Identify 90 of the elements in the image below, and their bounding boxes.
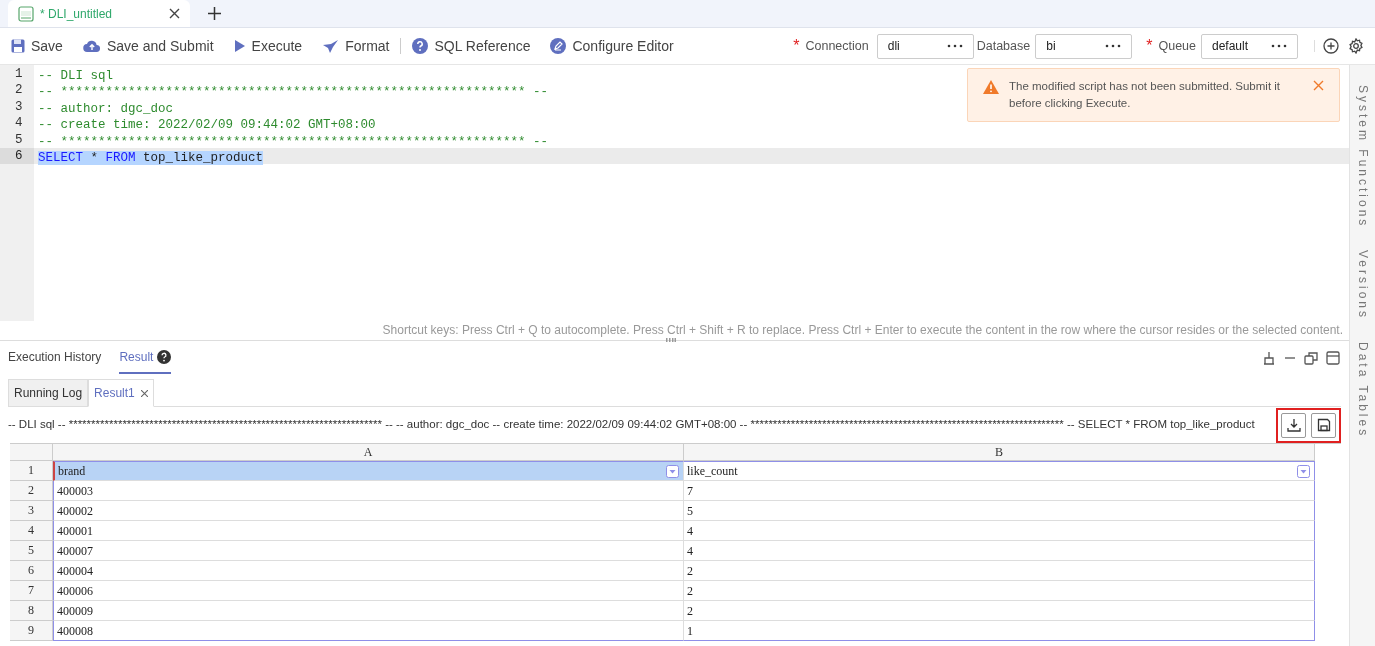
table-cell[interactable]: like_count xyxy=(684,461,1315,481)
field-label: Database xyxy=(976,37,1031,55)
side-panel-tab[interactable]: Versions xyxy=(1353,250,1372,321)
tab-title: * DLI_untitled xyxy=(40,5,114,23)
sql-file-icon xyxy=(18,5,34,22)
table-cell[interactable]: 400003 xyxy=(53,481,684,501)
table-cell[interactable]: 1 xyxy=(684,621,1315,641)
field-label: Queue xyxy=(1158,37,1196,55)
table-cell[interactable]: 400006 xyxy=(53,581,684,601)
more-icon xyxy=(946,44,963,48)
close-icon[interactable] xyxy=(169,8,180,19)
row-header[interactable]: 4 xyxy=(10,521,53,541)
line-number: 3 xyxy=(14,98,24,116)
row-header[interactable]: 5 xyxy=(10,541,53,561)
table-cell[interactable]: brand xyxy=(53,461,684,481)
more-icon xyxy=(1105,44,1122,48)
row-header[interactable]: 3 xyxy=(10,501,53,521)
table-cell[interactable]: 400007 xyxy=(53,541,684,561)
table-cell[interactable]: 4 xyxy=(684,521,1315,541)
table-cell[interactable]: 400002 xyxy=(53,501,684,521)
table-cell[interactable]: 2 xyxy=(684,601,1315,621)
query-summary: -- DLI sql -- ********************************************************************** -- -- author: dgc_doc -- create time: 2022/02/09 09:44:02 GMT+08:00 -- ********************************************************************** -- SELECT * FROM top_like_product xyxy=(8,417,1256,433)
table-cell[interactable]: 400004 xyxy=(53,561,684,581)
edit-icon xyxy=(550,38,567,54)
notification-message: The modified script has not been submitted. Submit it before clicking Execute. xyxy=(1009,79,1282,111)
add-tab-icon[interactable] xyxy=(208,7,221,20)
line-number: 1 xyxy=(14,66,24,83)
result-tab[interactable]: Result1 xyxy=(88,379,154,407)
toolbar-button[interactable]: Save xyxy=(11,35,63,57)
code-line: -- create time: 2022/02/09 09:44:02 GMT+08:00 xyxy=(38,118,376,133)
table-cell[interactable]: 400009 xyxy=(53,601,684,621)
table-cell[interactable]: 400008 xyxy=(53,621,684,641)
code-line: -- ************************************************************** -- xyxy=(38,85,549,100)
settings-icon[interactable] xyxy=(1348,38,1364,54)
download-icon xyxy=(1286,418,1301,432)
filter-dropdown-icon[interactable] xyxy=(666,464,679,478)
toolbar-button[interactable]: Format xyxy=(322,35,390,57)
code-line: -- DLI sql xyxy=(38,69,113,83)
restore-icon[interactable] xyxy=(1303,349,1319,366)
close-icon[interactable] xyxy=(140,389,148,397)
toolbar-button[interactable]: Save and Submit xyxy=(82,35,214,57)
resize-handle-icon[interactable] xyxy=(666,338,676,343)
line-number: 5 xyxy=(14,131,24,148)
row-header[interactable]: 2 xyxy=(10,481,53,501)
field-label: Connection xyxy=(805,37,869,55)
table-cell[interactable]: 2 xyxy=(684,581,1315,601)
required-mark: * xyxy=(1146,36,1153,56)
line-number: 6 xyxy=(0,147,34,165)
help-icon[interactable] xyxy=(157,349,172,364)
toolbar-button[interactable]: SQL Reference xyxy=(412,35,531,57)
log-tab[interactable]: Running Log xyxy=(8,379,89,407)
corner-cell[interactable] xyxy=(10,444,53,461)
table-cell[interactable]: 7 xyxy=(684,481,1315,501)
more-icon xyxy=(1271,44,1287,48)
save-button[interactable] xyxy=(1311,412,1336,438)
pin-icon[interactable] xyxy=(1261,349,1277,366)
row-header[interactable]: 1 xyxy=(10,461,53,481)
row-header[interactable]: 6 xyxy=(10,561,53,581)
select-field[interactable]: bi xyxy=(1035,33,1133,59)
table-cell[interactable]: 5 xyxy=(684,501,1315,521)
panel-tab[interactable]: Execution History xyxy=(8,341,102,374)
row-header[interactable]: 8 xyxy=(10,601,53,621)
required-mark: * xyxy=(793,36,800,56)
panel-tab[interactable]: Result xyxy=(119,341,172,374)
line-number: 4 xyxy=(14,115,24,132)
play-icon xyxy=(233,39,246,53)
toolbar-button[interactable]: Configure Editor xyxy=(550,35,674,57)
maximize-icon[interactable] xyxy=(1325,349,1341,366)
table-cell[interactable]: 4 xyxy=(684,541,1315,561)
code-line: -- author: dgc_doc xyxy=(38,101,174,116)
row-header[interactable]: 7 xyxy=(10,581,53,601)
side-panel-tab[interactable]: Data Tables xyxy=(1353,342,1372,439)
select-field[interactable]: dli xyxy=(876,33,974,59)
side-panel-tab[interactable]: System Functions xyxy=(1353,85,1372,229)
row-header[interactable]: 9 xyxy=(10,621,53,641)
table-cell[interactable]: 2 xyxy=(684,561,1315,581)
cloud-upload-icon xyxy=(82,39,101,53)
table-cell[interactable]: 400001 xyxy=(53,521,684,541)
download-button[interactable] xyxy=(1281,412,1306,438)
help-icon xyxy=(412,38,429,54)
code-line: -- ************************************************************** -- xyxy=(38,134,549,149)
column-header[interactable]: B xyxy=(684,444,1315,461)
filter-dropdown-icon[interactable] xyxy=(1297,464,1310,478)
add-icon[interactable] xyxy=(1323,38,1339,54)
toolbar-button[interactable]: Execute xyxy=(233,35,303,57)
shortcut-hint: Shortcut keys: Press Ctrl + Q to autocomplete. Press Ctrl + Shift + R to replace. Press Ctrl + Enter to execute the content in the row where the cursor resides or the selected content. xyxy=(382,322,1343,339)
line-number: 2 xyxy=(14,82,24,99)
column-header[interactable]: A xyxy=(53,444,684,461)
warning-icon xyxy=(983,80,999,94)
select-field[interactable]: default xyxy=(1201,33,1298,59)
